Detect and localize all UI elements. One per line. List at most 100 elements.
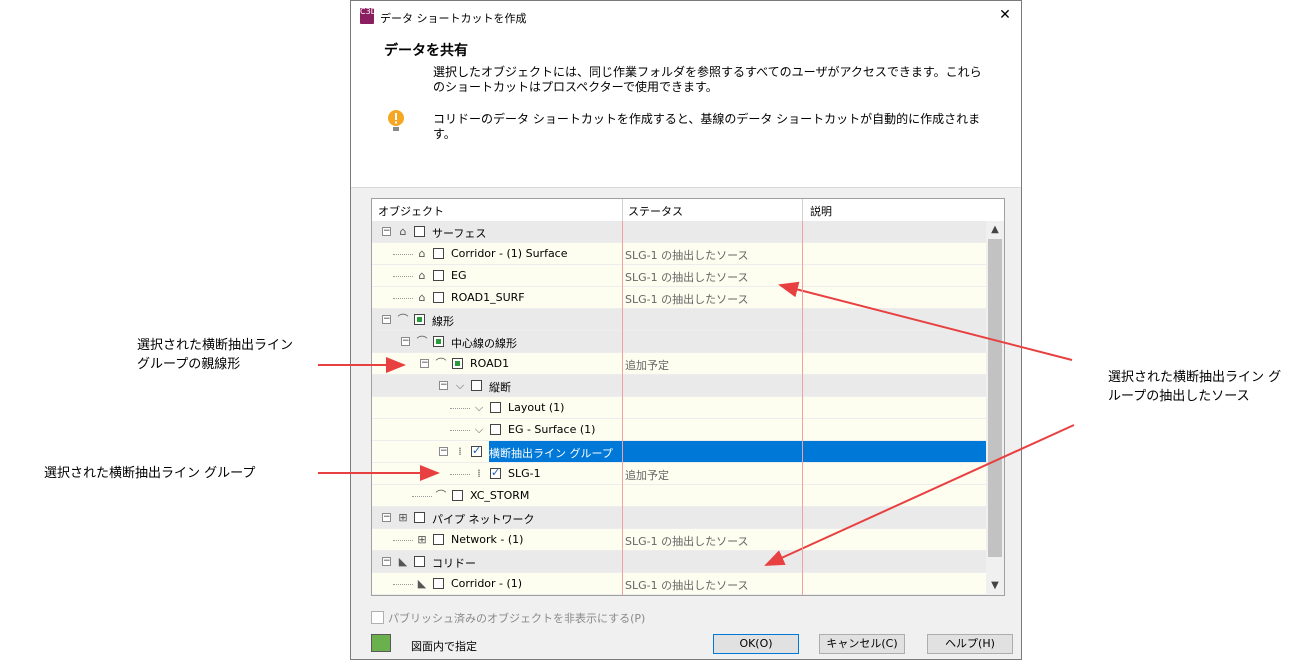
row-checkbox[interactable] xyxy=(414,314,425,325)
tree-row[interactable]: ⌂ ROAD1_SURF SLG-1 の抽出したソース xyxy=(372,287,986,309)
row-status: SLG-1 の抽出したソース xyxy=(625,271,749,284)
row-label: EG xyxy=(451,269,467,282)
row-checkbox[interactable] xyxy=(433,336,444,347)
row-label: ROAD1 xyxy=(470,357,510,370)
corridor-icon: ◣ xyxy=(398,555,408,568)
tree-row[interactable]: ⊞ Network - (1) SLG-1 の抽出したソース xyxy=(372,529,986,551)
row-status: SLG-1 の抽出したソース xyxy=(625,249,749,262)
expand-toggle-icon[interactable]: − xyxy=(420,359,429,368)
scroll-up-arrow-icon[interactable]: ▲ xyxy=(986,221,1004,239)
row-label: Network - (1) xyxy=(451,533,524,546)
row-label: 縦断 xyxy=(489,381,511,394)
tree-row[interactable]: − ⌒ ROAD1 追加予定 xyxy=(372,353,986,375)
vertical-scrollbar[interactable]: ▲ ▼ xyxy=(986,221,1004,595)
title-bar: C3D データ ショートカットを作成 ✕ xyxy=(351,1,1021,31)
surface-icon: ⌂ xyxy=(418,269,426,282)
expand-toggle-icon[interactable]: − xyxy=(382,315,391,324)
tree-row[interactable]: − ◣ コリドー xyxy=(372,551,986,573)
sample-line-group-icon: ⁞ xyxy=(458,445,462,458)
annotation-extracted-source: 選択された横断抽出ライン グループの抽出したソース xyxy=(1108,370,1282,404)
column-separator xyxy=(622,221,623,595)
tree-row[interactable]: ⌵ EG - Surface (1) xyxy=(372,419,986,441)
warning-icon xyxy=(388,110,404,131)
row-label: Corridor - (1) xyxy=(451,577,523,590)
row-checkbox[interactable] xyxy=(414,512,425,523)
pick-in-drawing-label: 図面内で指定 xyxy=(411,640,477,653)
tree-row[interactable]: − ⌒ 線形 xyxy=(372,309,986,331)
column-header-status[interactable]: ステータス xyxy=(628,203,683,219)
row-label: XC_STORM xyxy=(470,489,530,502)
row-checkbox[interactable] xyxy=(490,424,501,435)
expand-toggle-icon[interactable]: − xyxy=(401,337,410,346)
row-label: サーフェス xyxy=(432,227,487,240)
tree-row[interactable]: − ⊞ パイプ ネットワーク xyxy=(372,507,986,529)
profile-icon: ⌵ xyxy=(474,423,484,436)
tree-row[interactable]: ⌵ Layout (1) xyxy=(372,397,986,419)
row-label: ROAD1_SURF xyxy=(451,291,525,304)
civil3d-app-icon: C3D xyxy=(360,7,377,24)
corridor-icon: ◣ xyxy=(417,577,427,590)
surface-icon: ⌂ xyxy=(399,225,407,238)
table-header: オブジェクト ステータス 説明 xyxy=(372,199,986,222)
pipe-network-icon: ⊞ xyxy=(417,533,427,546)
expand-toggle-icon[interactable]: − xyxy=(439,381,448,390)
hide-published-checkbox[interactable]: パブリッシュ済みのオブジェクトを非表示にする(P) xyxy=(371,610,645,626)
row-checkbox[interactable] xyxy=(452,358,463,369)
close-button[interactable]: ✕ xyxy=(995,5,1015,25)
row-status: SLG-1 の抽出したソース xyxy=(625,535,749,548)
expand-toggle-icon[interactable]: − xyxy=(382,557,391,566)
tree-row[interactable]: ⁞ SLG-1 追加予定 xyxy=(372,463,986,485)
tree-row[interactable]: ⌒ XC_STORM xyxy=(372,485,986,507)
pipe-network-icon: ⊞ xyxy=(398,511,408,524)
tree-rows: − ⌂ サーフェス ⌂ Corridor - (1) Surface SLG-1 の抽出し… xyxy=(372,221,986,595)
warning-text: コリドーのデータ ショートカットを作成すると、基線のデータ ショートカットが自動… xyxy=(433,112,981,141)
column-separator xyxy=(802,221,803,595)
cancel-button[interactable]: キャンセル(C) xyxy=(819,634,905,654)
row-checkbox[interactable] xyxy=(471,444,482,457)
row-label: コリドー xyxy=(432,557,476,570)
row-checkbox[interactable] xyxy=(433,270,444,281)
row-label: EG - Surface (1) xyxy=(508,423,596,436)
tree-row[interactable]: ⌂ EG SLG-1 の抽出したソース xyxy=(372,265,986,287)
row-status: SLG-1 の抽出したソース xyxy=(625,579,749,592)
ok-button[interactable]: OK(O) xyxy=(713,634,799,654)
row-checkbox[interactable] xyxy=(490,466,501,479)
row-checkbox[interactable] xyxy=(433,578,444,589)
expand-toggle-icon[interactable]: − xyxy=(382,227,391,236)
row-status: SLG-1 の抽出したソース xyxy=(625,293,749,306)
objects-tree-table: オブジェクト ステータス 説明 − ⌂ サーフェス ⌂ Corridor - (1) S… xyxy=(371,198,1005,596)
row-checkbox[interactable] xyxy=(490,402,501,413)
tree-row[interactable]: − ⌵ 縦断 xyxy=(372,375,986,397)
tree-row[interactable]: ◣ Corridor - (1) SLG-1 の抽出したソース xyxy=(372,573,986,595)
row-checkbox[interactable] xyxy=(433,248,444,259)
alignment-icon: ⌒ xyxy=(397,313,409,326)
scroll-down-arrow-icon[interactable]: ▼ xyxy=(986,577,1004,595)
tree-row[interactable]: − ⁞ 横断抽出ライン グループ xyxy=(372,441,986,463)
surface-icon: ⌂ xyxy=(418,247,426,260)
surface-icon: ⌂ xyxy=(418,291,426,304)
column-header-description[interactable]: 説明 xyxy=(810,203,832,219)
row-checkbox[interactable] xyxy=(433,292,444,303)
row-checkbox[interactable] xyxy=(414,556,425,567)
pick-in-drawing-icon[interactable] xyxy=(371,634,391,652)
sample-line-group-icon: ⁞ xyxy=(477,467,481,480)
header-panel: データを共有 選択したオブジェクトには、同じ作業フォルダを参照するすべてのユーザ… xyxy=(351,31,1021,188)
row-checkbox[interactable] xyxy=(452,490,463,501)
scroll-thumb[interactable] xyxy=(988,239,1002,557)
alignment-icon: ⌒ xyxy=(435,357,447,370)
description-text: 選択したオブジェクトには、同じ作業フォルダを参照するすべてのユーザがアクセスでき… xyxy=(433,65,982,94)
row-label: SLG-1 xyxy=(508,467,541,480)
row-checkbox[interactable] xyxy=(433,534,444,545)
help-button[interactable]: ヘルプ(H) xyxy=(927,634,1013,654)
expand-toggle-icon[interactable]: − xyxy=(439,447,448,456)
expand-toggle-icon[interactable]: − xyxy=(382,513,391,522)
app-icon-text: C3D xyxy=(360,7,377,16)
row-checkbox[interactable] xyxy=(471,380,482,391)
row-checkbox[interactable] xyxy=(414,226,425,237)
profile-icon: ⌵ xyxy=(474,401,484,414)
column-header-object[interactable]: オブジェクト xyxy=(378,203,444,219)
tree-row[interactable]: ⌂ Corridor - (1) Surface SLG-1 の抽出したソース xyxy=(372,243,986,265)
dialog-title: データ ショートカットを作成 xyxy=(380,12,527,25)
tree-row[interactable]: − ⌂ サーフェス xyxy=(372,221,986,243)
tree-row[interactable]: − ⌒ 中心線の線形 xyxy=(372,331,986,353)
